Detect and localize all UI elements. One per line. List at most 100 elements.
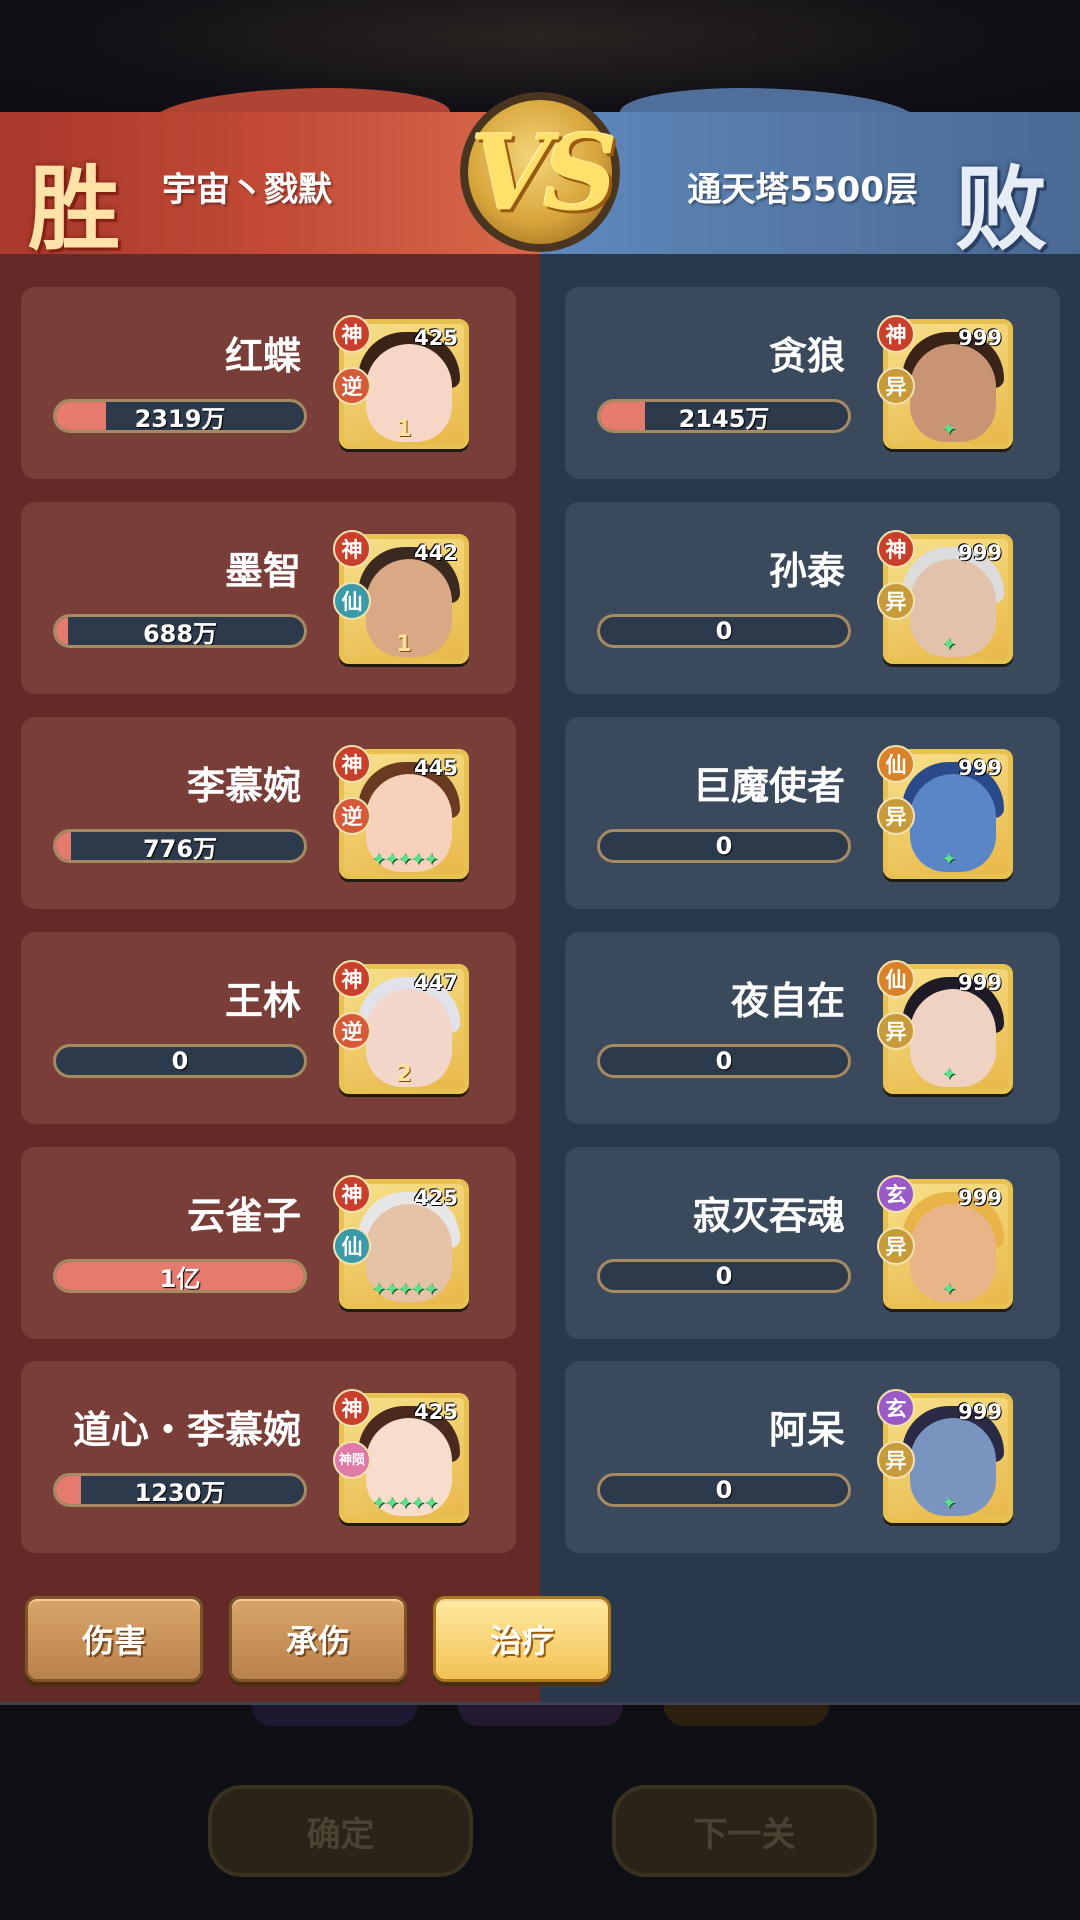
healing-bar: 0 xyxy=(597,614,851,648)
healing-bar: 1230万 xyxy=(53,1473,307,1507)
faction-badge: 神陨 xyxy=(333,1441,371,1479)
next-stage-button[interactable]: 下一关 xyxy=(612,1785,877,1877)
hero-name: 贪狼 xyxy=(768,334,845,378)
rank-badge: 神 xyxy=(877,530,915,568)
hero-name: 寂灭吞魂 xyxy=(692,1194,845,1238)
faction-badge: 逆 xyxy=(333,797,371,835)
hero-name: 王林 xyxy=(224,979,301,1023)
hero-level: 425 xyxy=(414,1400,458,1424)
healing-value: 2319万 xyxy=(134,404,226,433)
vs-emblem: VS xyxy=(460,92,620,252)
hero-stars: ✦ xyxy=(941,419,956,440)
hero-level: 425 xyxy=(414,326,458,350)
healing-bar: 1亿 xyxy=(53,1259,307,1293)
tab-healing[interactable]: 治疗 xyxy=(433,1596,611,1682)
hero-name: 道心・李慕婉 xyxy=(72,1408,301,1452)
hero-level: 999 xyxy=(958,1186,1002,1210)
winner-hero-card[interactable]: 王林 0 447 2 神逆 xyxy=(21,932,516,1124)
winner-hero-card[interactable]: 云雀子 1亿 425 ✦✦✦✦✦ 神仙 xyxy=(21,1147,516,1339)
hero-level: 425 xyxy=(414,1186,458,1210)
faction-badge: 逆 xyxy=(333,1012,371,1050)
hero-stars: ✦✦✦✦✦ xyxy=(371,1493,438,1514)
vs-label: VS xyxy=(470,110,618,234)
faction-badge: 异 xyxy=(877,1012,915,1050)
hero-level: 999 xyxy=(958,971,1002,995)
rank-badge: 神 xyxy=(333,530,371,568)
loser-hero-card[interactable]: 寂灭吞魂 0 999 ✦ 玄异 xyxy=(565,1147,1060,1339)
winner-hero-card[interactable]: 李慕婉 776万 445 ✦✦✦✦✦ 神逆 xyxy=(21,717,516,909)
winner-team-name: 宇宙丶戮默 xyxy=(162,170,332,210)
faction-badge: 异 xyxy=(877,367,915,405)
rank-badge: 玄 xyxy=(877,1389,915,1427)
healing-value: 2145万 xyxy=(678,404,770,433)
hero-stars: ✦ xyxy=(941,849,956,870)
faction-badge: 仙 xyxy=(333,582,371,620)
healing-value: 776万 xyxy=(142,834,218,863)
footer-backdrop xyxy=(0,1705,1080,1920)
hero-name: 孙泰 xyxy=(768,549,845,593)
hero-name: 李慕婉 xyxy=(186,764,301,808)
hero-stars: ✦ xyxy=(941,634,956,655)
healing-value: 0 xyxy=(715,617,733,645)
healing-value: 0 xyxy=(715,1047,733,1075)
healing-bar: 0 xyxy=(597,1044,851,1078)
loser-hero-card[interactable]: 阿呆 0 999 ✦ 玄异 xyxy=(565,1361,1060,1553)
healing-bar: 0 xyxy=(597,1473,851,1507)
defeat-mark: 败 xyxy=(955,155,1048,263)
rank-badge: 神 xyxy=(333,1175,371,1213)
loser-hero-card[interactable]: 夜自在 0 999 ✦ 仙异 xyxy=(565,932,1060,1124)
hero-stars: ✦✦✦✦✦ xyxy=(371,1279,438,1300)
healing-value: 688万 xyxy=(142,619,218,648)
hero-name: 红蝶 xyxy=(224,334,301,378)
confirm-button[interactable]: 确定 xyxy=(208,1785,473,1877)
loser-hero-card[interactable]: 孙泰 0 999 ✦ 神异 xyxy=(565,502,1060,694)
healing-bar: 2145万 xyxy=(597,399,851,433)
victory-mark: 胜 xyxy=(28,155,121,263)
healing-value: 1亿 xyxy=(159,1264,201,1293)
hero-level: 447 xyxy=(414,971,458,995)
tab-damage[interactable]: 伤害 xyxy=(25,1596,203,1682)
loser-hero-card[interactable]: 巨魔使者 0 999 ✦ 仙异 xyxy=(565,717,1060,909)
healing-value: 0 xyxy=(715,832,733,860)
hero-level: 445 xyxy=(414,756,458,780)
rank-badge: 神 xyxy=(333,315,371,353)
hero-stars: 1 xyxy=(396,632,412,657)
healing-value: 0 xyxy=(171,1047,189,1075)
rank-badge: 神 xyxy=(877,315,915,353)
loser-team-name: 通天塔5500层 xyxy=(687,170,918,210)
winner-hero-card[interactable]: 墨智 688万 442 1 神仙 xyxy=(21,502,516,694)
hero-level: 999 xyxy=(958,1400,1002,1424)
hero-stars: ✦ xyxy=(941,1493,956,1514)
healing-bar: 0 xyxy=(53,1044,307,1078)
hero-stars: ✦ xyxy=(941,1064,956,1085)
rank-badge: 神 xyxy=(333,960,371,998)
hero-name: 夜自在 xyxy=(730,979,845,1023)
healing-value: 1230万 xyxy=(134,1478,226,1507)
hero-level: 999 xyxy=(958,326,1002,350)
loser-hero-card[interactable]: 贪狼 2145万 999 ✦ 神异 xyxy=(565,287,1060,479)
hero-level: 442 xyxy=(414,541,458,565)
healing-value: 0 xyxy=(715,1262,733,1290)
hero-name: 巨魔使者 xyxy=(692,764,845,808)
healing-bar: 0 xyxy=(597,829,851,863)
faction-badge: 异 xyxy=(877,1227,915,1265)
rank-badge: 神 xyxy=(333,1389,371,1427)
rank-badge: 仙 xyxy=(877,960,915,998)
rank-badge: 玄 xyxy=(877,1175,915,1213)
winner-hero-card[interactable]: 红蝶 2319万 425 1 神逆 xyxy=(21,287,516,479)
rank-badge: 神 xyxy=(333,745,371,783)
panel-divider xyxy=(0,1702,1080,1705)
hero-level: 999 xyxy=(958,756,1002,780)
healing-bar: 688万 xyxy=(53,614,307,648)
hero-stars: ✦ xyxy=(941,1279,956,1300)
faction-badge: 异 xyxy=(877,1441,915,1479)
tab-damage-taken[interactable]: 承伤 xyxy=(229,1596,407,1682)
healing-bar: 2319万 xyxy=(53,399,307,433)
healing-bar: 776万 xyxy=(53,829,307,863)
faction-badge: 异 xyxy=(877,582,915,620)
hero-stars: 2 xyxy=(396,1062,412,1087)
hero-name: 墨智 xyxy=(224,549,301,593)
faction-badge: 异 xyxy=(877,797,915,835)
winner-hero-card[interactable]: 道心・李慕婉 1230万 425 ✦✦✦✦✦ 神神陨 xyxy=(21,1361,516,1553)
faction-badge: 仙 xyxy=(333,1227,371,1265)
